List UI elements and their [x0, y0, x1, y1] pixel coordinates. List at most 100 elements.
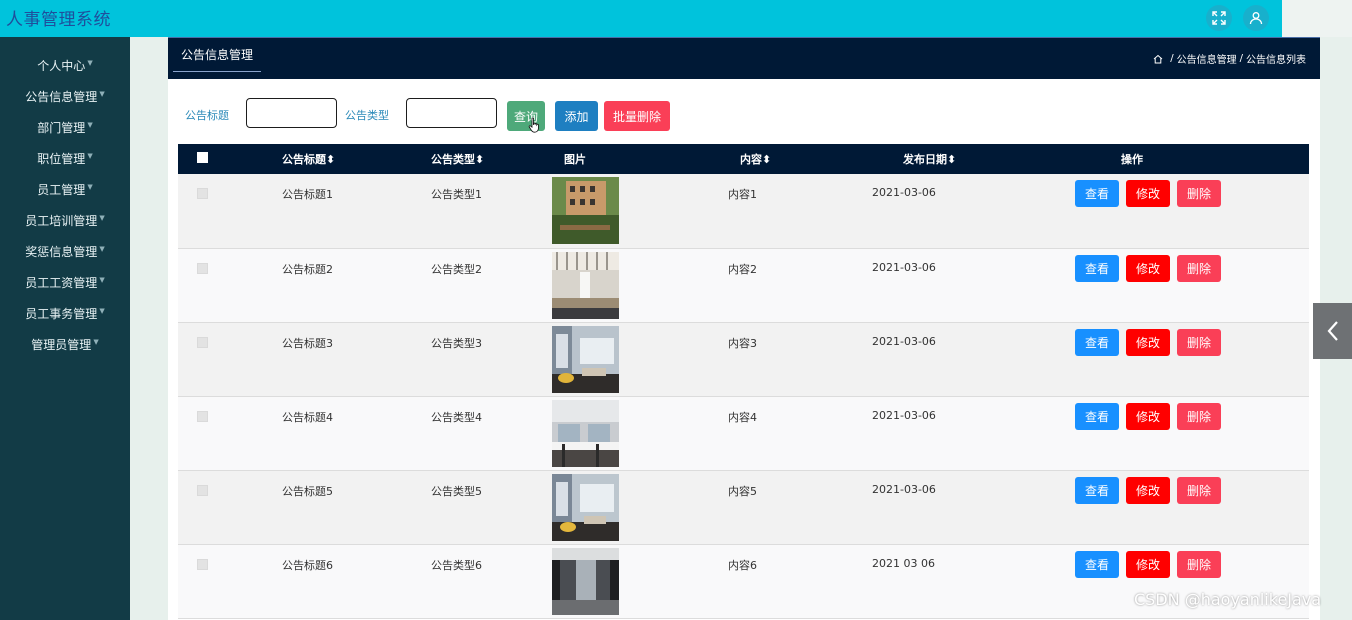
top-bar: 人事管理系统: [0, 0, 1282, 37]
edit-button[interactable]: 修改: [1126, 328, 1170, 356]
sidebar-item-employees[interactable]: 员工管理 ▼: [0, 174, 130, 205]
table-header-row: 公告标题⬍ 公告类型⬍ 图片 内容⬍ 发布日期⬍ 操作: [178, 144, 1309, 174]
view-button[interactable]: 查看: [1075, 328, 1119, 356]
sidebar-item-salary[interactable]: 员工工资管理 ▼: [0, 267, 130, 298]
delete-button[interactable]: 删除: [1177, 550, 1221, 578]
table-body: 公告标题1 公告类型1 内容1 2021-03-06 查看 修改 删除 公告标题2 …: [178, 174, 1309, 618]
column-header[interactable]: 公告标题⬍: [282, 144, 431, 174]
notice-image: [552, 251, 619, 319]
sort-icon[interactable]: ⬍: [475, 153, 484, 166]
page-header: 公告信息管理 / 公告信息管理 / 公告信息列表: [168, 37, 1320, 79]
collapse-panel-button[interactable]: [1313, 303, 1352, 359]
row-checkbox[interactable]: [197, 410, 208, 422]
chevron-down-icon: ▼: [99, 244, 105, 253]
cell-date: 2021-03-06: [872, 482, 936, 496]
sidebar-item-label: 部门管理: [37, 121, 86, 135]
sidebar-item-departments[interactable]: 部门管理 ▼: [0, 112, 130, 143]
fullscreen-icon[interactable]: [1206, 5, 1232, 31]
sidebar-item-label: 员工管理: [37, 183, 86, 197]
sidebar: 个人中心 ▼ 公告信息管理 ▼ 部门管理 ▼ 职位管理 ▼ 员工管理 ▼ 员工培训管理 ▼ …: [0, 37, 130, 620]
main-content: 公告信息管理 / 公告信息管理 / 公告信息列表 公告标题 公告类型 查询 添加…: [168, 37, 1320, 620]
row-checkbox[interactable]: [197, 262, 208, 274]
edit-button[interactable]: 修改: [1126, 550, 1170, 578]
cell-type: 公告类型6: [431, 558, 482, 572]
sidebar-item-notices[interactable]: 公告信息管理 ▼: [0, 81, 130, 112]
chevron-down-icon: ▼: [99, 306, 105, 315]
user-icon[interactable]: [1243, 5, 1269, 31]
cell-content: 内容4: [728, 410, 757, 424]
title-label: 公告标题: [185, 109, 229, 122]
delete-button[interactable]: 删除: [1177, 254, 1221, 282]
cell-content: 内容5: [728, 484, 757, 498]
delete-button[interactable]: 删除: [1177, 180, 1221, 207]
chevron-down-icon: ▼: [87, 120, 93, 129]
tab-notice-management[interactable]: 公告信息管理: [173, 38, 262, 72]
row-checkbox[interactable]: [197, 188, 208, 199]
row-actions: 查看 修改 删除: [1075, 476, 1309, 504]
cell-type: 公告类型5: [431, 484, 482, 498]
sidebar-item-label: 个人中心: [37, 59, 86, 73]
chevron-down-icon: ▼: [99, 213, 105, 222]
view-button[interactable]: 查看: [1075, 254, 1119, 282]
hand-cursor-icon: [528, 117, 539, 133]
cell-date: 2021-03-06: [872, 260, 936, 274]
column-header: 图片: [564, 153, 586, 166]
breadcrumb: / 公告信息管理 / 公告信息列表: [1153, 51, 1306, 66]
cell-title: 公告标题3: [282, 336, 333, 350]
sort-icon[interactable]: ⬍: [326, 153, 335, 166]
sidebar-item-label: 公告信息管理: [25, 90, 98, 104]
sidebar-item-personal-center[interactable]: 个人中心 ▼: [0, 50, 130, 81]
row-actions: 查看 修改 删除: [1075, 180, 1309, 207]
app-title: 人事管理系统: [6, 10, 111, 30]
sort-icon[interactable]: ⬍: [762, 153, 771, 166]
search-bar: 公告标题 公告类型 查询 添加 批量删除: [168, 97, 1320, 133]
cell-content: 内容1: [728, 188, 757, 201]
notice-image: [552, 547, 619, 615]
sidebar-item-label: 职位管理: [37, 152, 86, 166]
view-button[interactable]: 查看: [1075, 402, 1119, 430]
edit-button[interactable]: 修改: [1126, 254, 1170, 282]
sidebar-item-affairs[interactable]: 员工事务管理 ▼: [0, 298, 130, 329]
view-button[interactable]: 查看: [1075, 180, 1119, 207]
sidebar-item-training[interactable]: 员工培训管理 ▼: [0, 205, 130, 236]
table-row: 公告标题2 公告类型2 内容2 2021-03-06 查看 修改 删除: [178, 248, 1309, 322]
home-icon[interactable]: [1153, 54, 1163, 64]
notice-image: [552, 325, 619, 393]
sort-icon[interactable]: ⬍: [947, 153, 956, 166]
edit-button[interactable]: 修改: [1126, 476, 1170, 504]
sidebar-item-label: 员工工资管理: [25, 276, 98, 290]
row-checkbox[interactable]: [197, 558, 208, 570]
type-search-input[interactable]: [406, 98, 497, 128]
table-row: 公告标题5 公告类型5 内容5 2021-03-06 查看 修改 删除: [178, 470, 1309, 544]
column-header[interactable]: 公告类型⬍: [431, 144, 552, 174]
cell-date: 2021-03-06: [872, 408, 936, 422]
view-button[interactable]: 查看: [1075, 550, 1119, 578]
batch-delete-button[interactable]: 批量删除: [604, 101, 670, 131]
title-search-input[interactable]: [246, 98, 337, 128]
row-checkbox[interactable]: [197, 484, 208, 496]
edit-button[interactable]: 修改: [1126, 402, 1170, 430]
delete-button[interactable]: 删除: [1177, 476, 1221, 504]
select-all-checkbox[interactable]: [197, 152, 208, 163]
sidebar-item-rewards[interactable]: 奖惩信息管理 ▼: [0, 236, 130, 267]
sidebar-item-positions[interactable]: 职位管理 ▼: [0, 143, 130, 174]
cell-type: 公告类型4: [431, 410, 482, 424]
column-header: 操作: [1121, 153, 1143, 166]
row-checkbox[interactable]: [197, 336, 208, 348]
delete-button[interactable]: 删除: [1177, 328, 1221, 356]
sidebar-item-label: 管理员管理: [31, 338, 92, 352]
delete-button[interactable]: 删除: [1177, 402, 1221, 430]
notice-image: [552, 473, 619, 541]
edit-button[interactable]: 修改: [1126, 180, 1170, 207]
breadcrumb-item[interactable]: 公告信息管理: [1177, 51, 1237, 66]
column-header[interactable]: 内容⬍: [728, 144, 872, 174]
column-header[interactable]: 发布日期⬍: [872, 144, 1075, 174]
cell-title: 公告标题5: [282, 484, 333, 498]
watermark: CSDN @haoyanlikeJava: [1134, 590, 1322, 609]
sidebar-item-label: 员工事务管理: [25, 307, 98, 321]
add-button[interactable]: 添加: [555, 101, 598, 131]
cell-title: 公告标题6: [282, 558, 333, 572]
view-button[interactable]: 查看: [1075, 476, 1119, 504]
sidebar-item-admins[interactable]: 管理员管理 ▼: [0, 329, 130, 360]
sidebar-item-label: 员工培训管理: [25, 214, 98, 228]
